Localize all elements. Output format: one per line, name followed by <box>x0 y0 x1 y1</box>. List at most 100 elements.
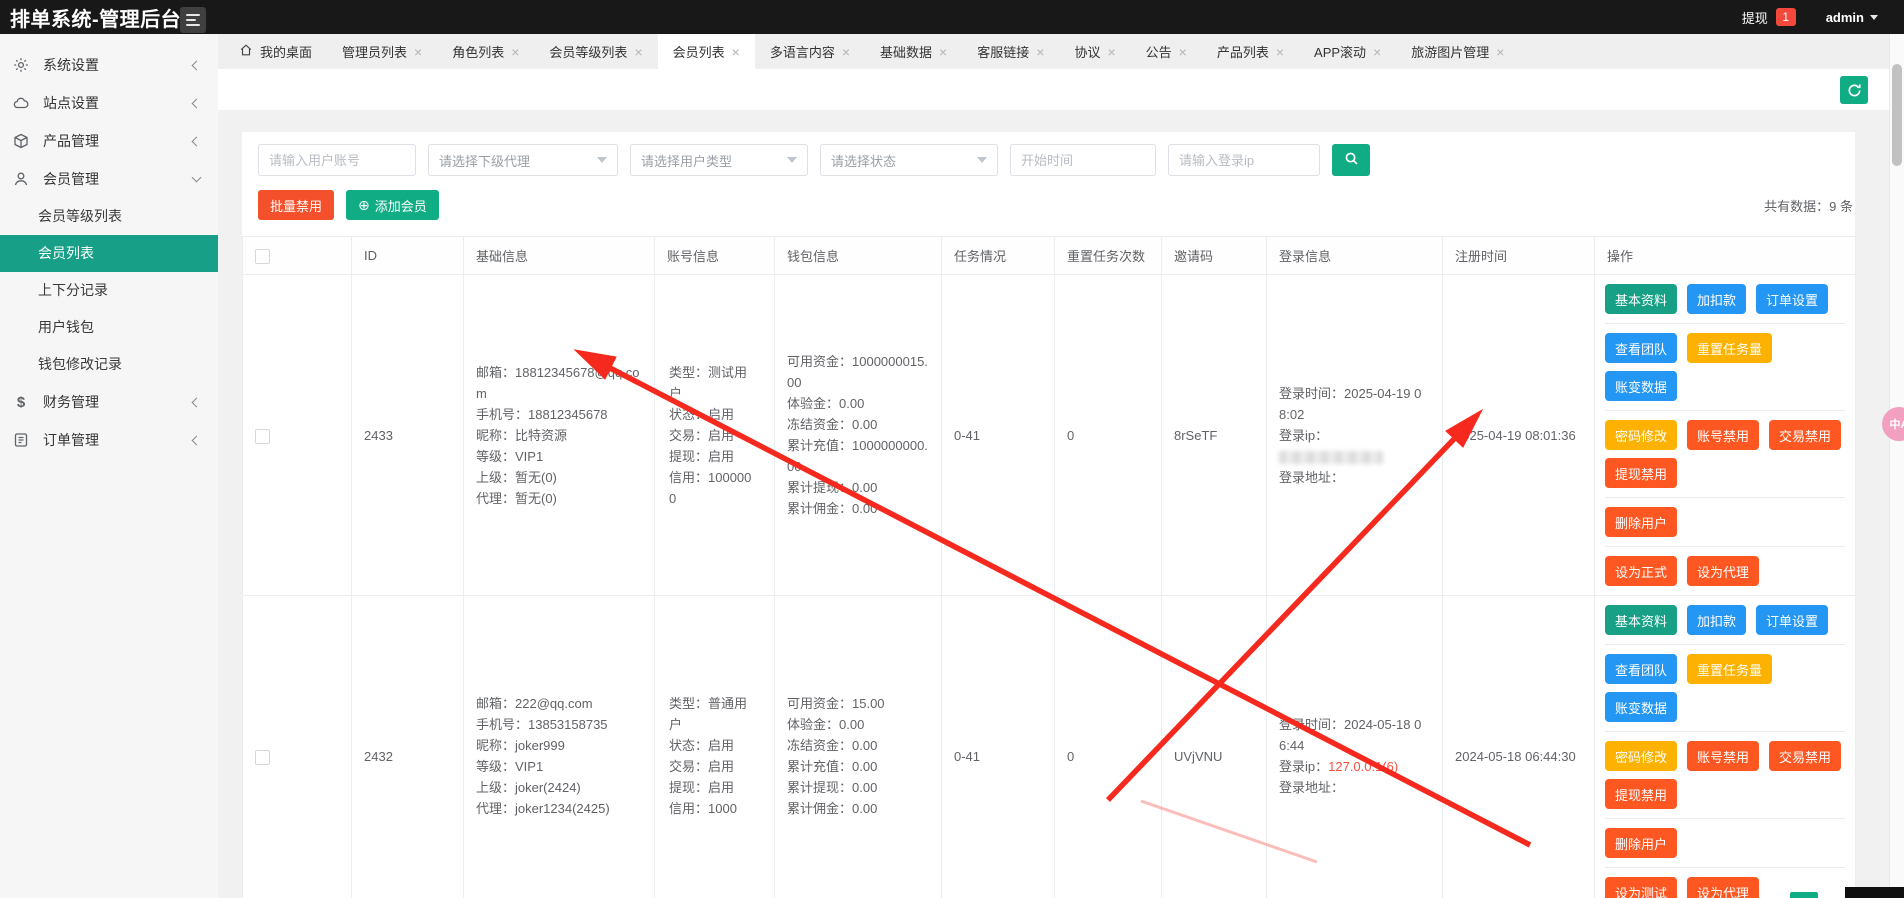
chevron-down-icon <box>191 172 202 183</box>
menu-toggle-icon[interactable] <box>180 6 206 33</box>
user-menu[interactable]: admin <box>1826 10 1878 25</box>
action-button[interactable]: 提现禁用 <box>1605 458 1678 488</box>
tab-label: 会员列表 <box>672 45 725 60</box>
close-icon[interactable]: × <box>1276 45 1284 59</box>
tab-item[interactable]: 我的桌面 <box>224 34 327 69</box>
action-button[interactable]: 加扣款 <box>1687 605 1747 635</box>
withdraw-count-badge[interactable]: 1 <box>1775 8 1796 26</box>
action-button[interactable]: 密码修改 <box>1605 420 1678 450</box>
tab-item[interactable]: APP滚动 × <box>1299 34 1396 69</box>
action-button[interactable]: 密码修改 <box>1605 741 1678 771</box>
refresh-button[interactable] <box>1840 76 1868 104</box>
action-button[interactable]: 设为代理 <box>1687 877 1760 898</box>
cloud-icon <box>12 94 30 112</box>
tab-item[interactable]: 多语言内容 × <box>755 34 865 69</box>
tab-item[interactable]: 协议 × <box>1059 34 1130 69</box>
reset-count-cell: 0 <box>1054 595 1162 898</box>
action-button[interactable]: 重置任务量 <box>1687 333 1773 363</box>
user-icon <box>12 170 30 188</box>
tab-item[interactable]: 角色列表 × <box>437 34 534 69</box>
sidebar-subitem-active[interactable]: 会员列表 <box>0 235 218 272</box>
tab-item[interactable]: 公告 × <box>1131 34 1202 69</box>
cube-icon <box>12 132 30 150</box>
scrollbar-track[interactable] <box>1889 34 1904 898</box>
sidebar-item-3[interactable]: 产品管理 <box>0 122 218 160</box>
action-button[interactable]: 查看团队 <box>1605 654 1678 684</box>
row-checkbox[interactable] <box>255 428 270 444</box>
sidebar-item-2[interactable]: 站点设置 <box>0 84 218 122</box>
sidebar-subitem[interactable]: 钱包修改记录 <box>0 346 218 383</box>
tab-item[interactable]: 管理员列表 × <box>327 34 437 69</box>
close-icon[interactable]: × <box>511 45 519 59</box>
filter-select[interactable]: 请选择状态 <box>820 144 998 176</box>
close-icon[interactable]: × <box>842 45 850 59</box>
sidebar-item-label: 系统设置 <box>43 57 99 73</box>
tab-item[interactable]: 会员等级列表 × <box>534 34 657 69</box>
login-address: 登录地址： <box>1279 469 1345 485</box>
info-line: 信用：1000 <box>669 801 737 816</box>
sidebar-item-4[interactable]: 会员管理 <box>0 160 218 198</box>
action-button[interactable]: 订单设置 <box>1756 605 1829 635</box>
close-icon[interactable]: × <box>1179 45 1187 59</box>
action-button[interactable]: 账号禁用 <box>1687 741 1760 771</box>
tab-item[interactable]: 旅游图片管理 × <box>1396 34 1519 69</box>
sidebar-item-5[interactable]: $ 财务管理 <box>0 383 218 421</box>
filter-input-field[interactable] <box>269 152 405 168</box>
sidebar-item-6[interactable]: 订单管理 <box>0 421 218 459</box>
close-icon[interactable]: × <box>939 45 947 59</box>
tab-item[interactable]: 基础数据 × <box>865 34 962 69</box>
tab-item-active[interactable]: 会员列表 × <box>657 34 755 69</box>
tab-item[interactable]: 客服链接 × <box>962 34 1059 69</box>
close-icon[interactable]: × <box>1373 45 1381 59</box>
info-line: 累计提现：0.00 <box>787 780 878 795</box>
action-button[interactable]: 订单设置 <box>1756 284 1829 314</box>
batch-disable-button[interactable]: 批量禁用 <box>258 190 335 220</box>
close-icon[interactable]: × <box>414 45 422 59</box>
sidebar-subitem[interactable]: 上下分记录 <box>0 272 218 309</box>
action-button[interactable]: 删除用户 <box>1605 828 1678 858</box>
filter-input[interactable] <box>258 144 416 176</box>
tab-item[interactable]: 产品列表 × <box>1202 34 1299 69</box>
sidebar-subitem[interactable]: 用户钱包 <box>0 309 218 346</box>
close-icon[interactable]: × <box>732 45 740 59</box>
action-button[interactable]: 基本资料 <box>1605 284 1678 314</box>
close-icon[interactable]: × <box>1107 45 1115 59</box>
action-button[interactable]: 设为测试 <box>1605 877 1678 898</box>
column-header: ID <box>351 236 464 275</box>
sidebar-subitem[interactable]: 会员等级列表 <box>0 198 218 235</box>
scrollbar-thumb[interactable] <box>1892 64 1902 166</box>
sidebar-item-1[interactable]: 系统设置 <box>0 46 218 84</box>
search-button[interactable] <box>1332 144 1370 176</box>
filter-select[interactable]: 请选择下级代理 <box>428 144 618 176</box>
close-icon[interactable]: × <box>634 45 642 59</box>
row-checkbox[interactable] <box>255 749 270 765</box>
filter-input[interactable] <box>1010 144 1156 176</box>
action-button[interactable]: 查看团队 <box>1605 333 1678 363</box>
action-button[interactable]: 账变数据 <box>1605 371 1678 401</box>
filter-select[interactable]: 请选择用户类型 <box>630 144 808 176</box>
action-button[interactable]: 交易禁用 <box>1769 420 1842 450</box>
action-button[interactable]: 重置任务量 <box>1687 654 1773 684</box>
action-button[interactable]: 账号禁用 <box>1687 420 1760 450</box>
filter-input-field[interactable] <box>1021 152 1145 168</box>
select-all-checkbox[interactable] <box>255 248 270 264</box>
action-button[interactable]: 删除用户 <box>1605 507 1678 537</box>
close-icon[interactable]: × <box>1496 45 1504 59</box>
tab-label: 会员等级列表 <box>549 45 628 60</box>
add-member-button[interactable]: ⊕ 添加会员 <box>346 190 439 220</box>
sidebar-item-label: 财务管理 <box>43 394 99 410</box>
info-line: 等级：VIP1 <box>476 759 544 774</box>
action-button[interactable]: 加扣款 <box>1687 284 1747 314</box>
operations-cell: 基本资料 加扣款 订单设置查看团队 重置任务量 账变数据密码修改 账号禁用 交易禁用提现禁用… <box>1594 274 1856 596</box>
action-button[interactable]: 设为正式 <box>1605 556 1678 586</box>
action-button[interactable]: 设为代理 <box>1687 556 1760 586</box>
withdraw-link[interactable]: 提现 <box>1742 8 1768 27</box>
action-button[interactable]: 基本资料 <box>1605 605 1678 635</box>
close-icon[interactable]: × <box>1036 45 1044 59</box>
action-button[interactable]: 账变数据 <box>1605 692 1678 722</box>
action-button[interactable]: 交易禁用 <box>1769 741 1842 771</box>
sidebar-item-label: 会员管理 <box>43 171 99 187</box>
filter-input-field[interactable] <box>1179 152 1309 168</box>
filter-input[interactable] <box>1168 144 1320 176</box>
action-button[interactable]: 提现禁用 <box>1605 779 1678 809</box>
